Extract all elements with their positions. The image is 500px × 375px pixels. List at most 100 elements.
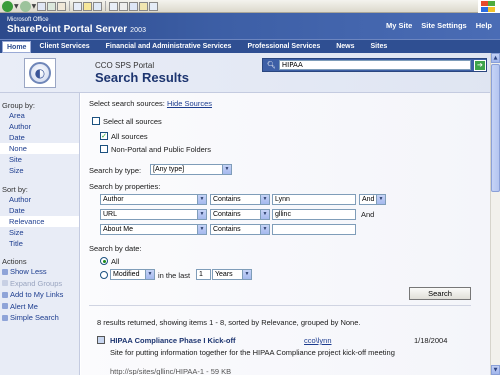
action-label: Add to My Links: [10, 290, 64, 299]
brand-logo-text: SharePoint Portal Server 2003: [7, 24, 146, 35]
nav-item-news[interactable]: News: [328, 40, 362, 54]
group-by-author[interactable]: Author: [0, 121, 79, 132]
site-logo: ◐: [24, 58, 56, 88]
browser-toolbar: ▼ ▼: [0, 0, 500, 13]
sources-label: Select search sources: Hide Sources: [89, 99, 212, 108]
help-link[interactable]: Help: [476, 21, 492, 30]
result-author-link[interactable]: cco\lynn: [304, 336, 332, 345]
operator-select-2[interactable]: Contains ▼: [210, 209, 270, 220]
group-by-none[interactable]: None: [0, 143, 79, 154]
alert-icon: [2, 303, 8, 310]
action-label: Simple Search: [10, 313, 59, 322]
nav-item-home[interactable]: Home: [2, 40, 32, 53]
action-add-to-my-links[interactable]: Add to My Links: [0, 289, 79, 301]
connector-label-2: And: [361, 210, 375, 219]
non-portal-checkbox[interactable]: [100, 145, 108, 153]
toolbar-divider: [105, 1, 107, 11]
sort-by-title[interactable]: Title: [0, 238, 79, 249]
results-summary: 8 results returned, showing items 1 - 8,…: [97, 318, 361, 327]
messenger-icon[interactable]: [149, 1, 159, 11]
result-title-link[interactable]: HIPAA Compliance Phase I Kick-off: [110, 336, 235, 345]
nav-item-professional-services[interactable]: Professional Services: [239, 40, 328, 54]
scroll-down-arrow-icon[interactable]: ▼: [491, 365, 500, 375]
expand-groups-icon: [2, 280, 8, 287]
date-all-radio[interactable]: [100, 257, 108, 265]
simple-search-icon: [2, 314, 8, 321]
vertical-scrollbar[interactable]: ▲ ▼: [490, 53, 500, 375]
forward-icon[interactable]: [19, 0, 31, 12]
brand-name: SharePoint Portal Server: [7, 24, 128, 35]
property-select-value: Author: [103, 196, 124, 203]
sort-by-relevance[interactable]: Relevance: [0, 216, 79, 227]
search-button[interactable]: Search: [409, 287, 471, 300]
hide-sources-link[interactable]: Hide Sources: [167, 99, 212, 108]
nav-item-financial-administrative-services[interactable]: Financial and Administrative Services: [98, 40, 240, 54]
document-icon: [97, 336, 105, 344]
edit-word-icon[interactable]: [129, 1, 139, 11]
search-go-icon[interactable]: ➔: [473, 59, 486, 71]
property-value-input-1[interactable]: Lynn: [272, 194, 356, 205]
stop-icon[interactable]: [37, 1, 47, 11]
search-input[interactable]: [278, 60, 471, 70]
back-icon[interactable]: [2, 0, 13, 12]
nav-item-client-services[interactable]: Client Services: [31, 40, 97, 54]
scroll-thumb[interactable]: [491, 64, 500, 192]
sort-by-date[interactable]: Date: [0, 205, 79, 216]
result-url-size: http://sp/sites/gllinc/HIPAA-1 - 59 KB: [110, 367, 232, 375]
select-all-sources-checkbox[interactable]: [92, 117, 100, 125]
action-show-less[interactable]: Show Less: [0, 266, 79, 278]
property-value-input-3[interactable]: [272, 224, 356, 235]
home-icon[interactable]: [57, 1, 67, 11]
actions-heading: Actions: [2, 257, 27, 266]
operator-select-3[interactable]: Contains ▼: [210, 224, 270, 235]
favorites-icon[interactable]: [83, 1, 93, 11]
back-dropdown-icon[interactable]: ▼: [14, 3, 19, 10]
property-select-value: About Me: [103, 226, 133, 233]
group-by-size[interactable]: Size: [0, 165, 79, 176]
group-by-area[interactable]: Area: [0, 110, 79, 121]
all-sources-checkbox[interactable]: ✓: [100, 132, 108, 140]
non-portal-label: Non-Portal and Public Folders: [111, 145, 212, 154]
date-modified-radio[interactable]: [100, 271, 108, 279]
media-icon[interactable]: [93, 1, 103, 11]
connector-select-1[interactable]: And ▼: [359, 194, 386, 205]
scroll-up-arrow-icon[interactable]: ▲: [491, 53, 500, 63]
result-description: Site for putting information together fo…: [110, 348, 395, 357]
date-unit-select-value: Years: [215, 271, 233, 278]
action-label: Alert Me: [10, 301, 38, 311]
date-type-select[interactable]: Modified ▼: [110, 269, 155, 280]
operator-select-1[interactable]: Contains ▼: [210, 194, 270, 205]
type-select-value: [Any type]: [153, 166, 185, 173]
action-expand-groups: Expand Groups: [0, 278, 79, 290]
site-settings-link[interactable]: Site Settings: [421, 21, 466, 30]
property-select-1[interactable]: Author ▼: [100, 194, 207, 205]
forward-dropdown-icon[interactable]: ▼: [32, 3, 37, 10]
group-by-date[interactable]: Date: [0, 132, 79, 143]
chevron-down-icon: ▼: [197, 195, 206, 204]
results-divider: [89, 305, 471, 306]
nav-item-sites[interactable]: Sites: [363, 40, 396, 54]
folder-icon[interactable]: [139, 1, 149, 11]
date-count-input[interactable]: 1: [196, 269, 211, 280]
chevron-down-icon: ▼: [242, 270, 251, 279]
chevron-down-icon: ▼: [197, 210, 206, 219]
group-by-site[interactable]: Site: [0, 154, 79, 165]
refresh-icon[interactable]: [47, 1, 57, 11]
show-less-icon: [2, 268, 8, 275]
action-simple-search[interactable]: Simple Search: [0, 312, 79, 324]
mail-icon[interactable]: [109, 1, 119, 11]
property-select-3[interactable]: About Me ▼: [100, 224, 207, 235]
property-select-2[interactable]: URL ▼: [100, 209, 207, 220]
sort-by-size[interactable]: Size: [0, 227, 79, 238]
print-icon[interactable]: [119, 1, 129, 11]
action-alert-me[interactable]: Alert Me: [0, 301, 79, 313]
sort-by-author[interactable]: Author: [0, 194, 79, 205]
property-value-input-2[interactable]: gllinc: [272, 209, 356, 220]
search-results-main: Select search sources: Hide Sources Sele…: [81, 93, 490, 375]
property-select-value: URL: [103, 211, 118, 218]
type-select[interactable]: [Any type] ▼: [150, 164, 232, 175]
my-site-link[interactable]: My Site: [386, 21, 412, 30]
result-date: 1/18/2004: [414, 336, 448, 345]
date-unit-select[interactable]: Years ▼: [212, 269, 252, 280]
search-icon[interactable]: [73, 1, 83, 11]
